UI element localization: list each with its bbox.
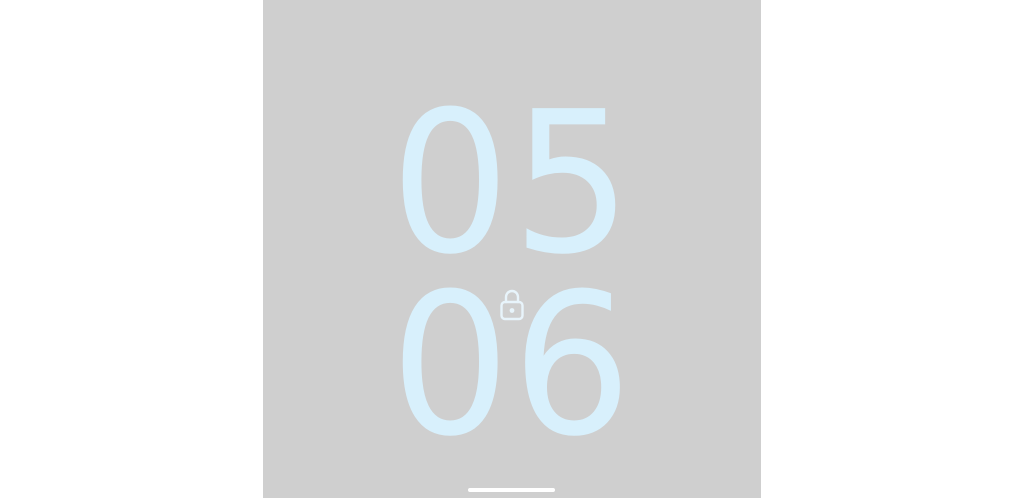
home-indicator[interactable] — [468, 488, 555, 492]
clock-minutes: 06 — [390, 252, 634, 480]
page: 05 06 — [0, 0, 1024, 498]
lock-screen[interactable]: 05 06 — [263, 0, 761, 498]
